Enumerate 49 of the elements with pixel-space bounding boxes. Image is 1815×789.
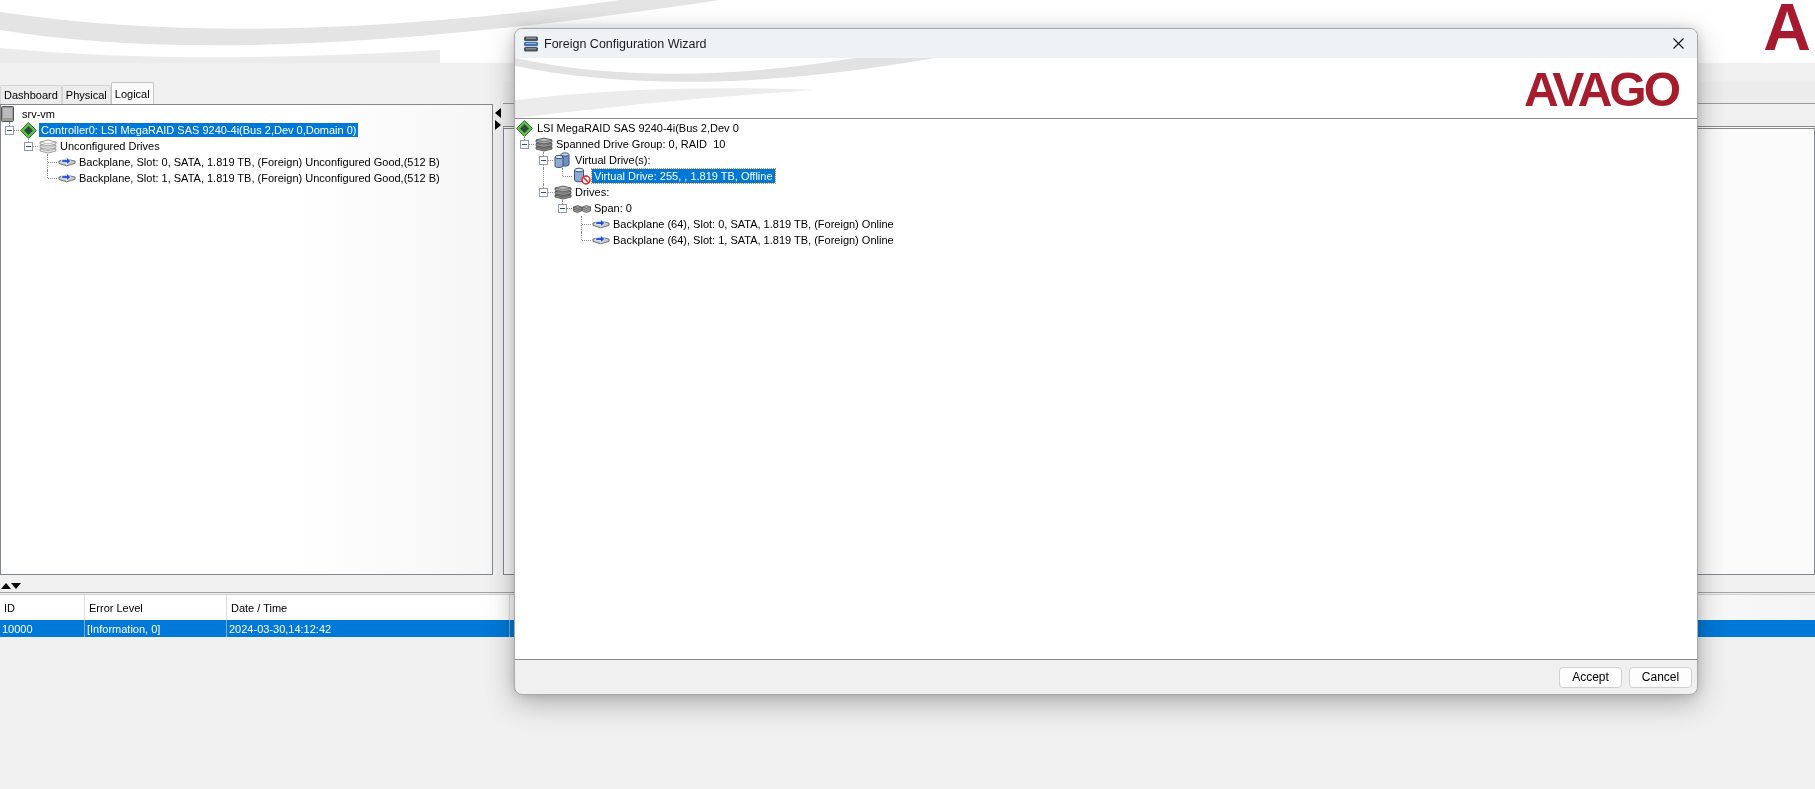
logo: AVAGO [1524,66,1678,114]
collapse-icon[interactable] [539,187,548,197]
tree-item[interactable]: Unconfigured Drives [58,139,162,153]
triangle-left-icon[interactable] [495,108,501,118]
triangle-down-icon[interactable] [11,583,21,589]
collapse-icon[interactable] [558,203,567,213]
drive-arrow-icon [592,234,610,246]
collapse-icon[interactable] [539,155,548,165]
disk-stack-icon [39,138,57,154]
tree-item[interactable]: LSI MegaRAID SAS 9240-4i(Bus 2,Dev 0 [535,121,741,135]
disk-pair-icon [573,202,591,214]
triangle-up-icon[interactable] [1,583,11,589]
disk-stack-icon [554,184,572,200]
accept-button[interactable]: Accept [1559,666,1622,688]
cancel-button[interactable]: Cancel [1629,666,1692,688]
table-cell: 2024-03-30,14:12:42 [227,620,510,637]
server-icon [1,106,14,122]
tree-item[interactable]: Drives: [573,185,612,199]
collapse-icon[interactable] [24,141,33,151]
collapse-icon[interactable] [5,125,14,135]
database-icon [523,35,539,52]
window-title: Foreign Configuration Wizard [544,36,707,51]
collapse-icon[interactable] [520,139,529,149]
drive-arrow-icon [58,156,76,168]
chip-icon [516,119,533,137]
tree-item[interactable]: Spanned Drive Group: 0, RAID 10 [554,137,728,151]
tree-item[interactable]: Backplane (64), Slot: 1, SATA, 1.819 TB, (Foreign) Online [611,233,896,247]
tree-item[interactable]: Virtual Drive(s): [573,153,653,167]
cylinder-blocked-icon [573,167,591,185]
tree-item[interactable]: Backplane (64), Slot: 0, SATA, 1.819 TB, (Foreign) Online [611,217,896,231]
logo: A [1763,0,1811,60]
cylinders-icon [554,152,570,168]
tree-item[interactable]: srv-vm [20,107,57,121]
chip-icon [20,121,37,139]
drive-arrow-icon [592,218,610,230]
tree-item[interactable]: Backplane, Slot: 0, SATA, 1.819 TB, (Foreign) Unconfigured Good,(512 B) [77,155,442,169]
tree-item[interactable]: Virtual Drive: 255, , 1.819 TB, Offline [592,169,775,183]
disk-stack-icon [535,136,553,152]
tab[interactable]: Physical [61,85,111,104]
drive-arrow-icon [58,172,76,184]
table-cell: 10000 [0,620,85,637]
tab[interactable]: Logical [110,82,154,104]
close-icon [1672,38,1684,49]
tab[interactable]: Dashboard [0,85,62,104]
triangle-right-icon[interactable] [495,120,501,130]
tree-item[interactable]: Backplane, Slot: 1, SATA, 1.819 TB, (Foreign) Unconfigured Good,(512 B) [77,171,442,185]
table-cell: [Information, 0] [85,620,227,637]
tree-item[interactable]: Span: 0 [592,201,634,215]
tree-item[interactable]: Controller0: LSI MegaRAID SAS 9240-4i(Bus 2,Dev 0,Domain 0) [39,123,359,137]
